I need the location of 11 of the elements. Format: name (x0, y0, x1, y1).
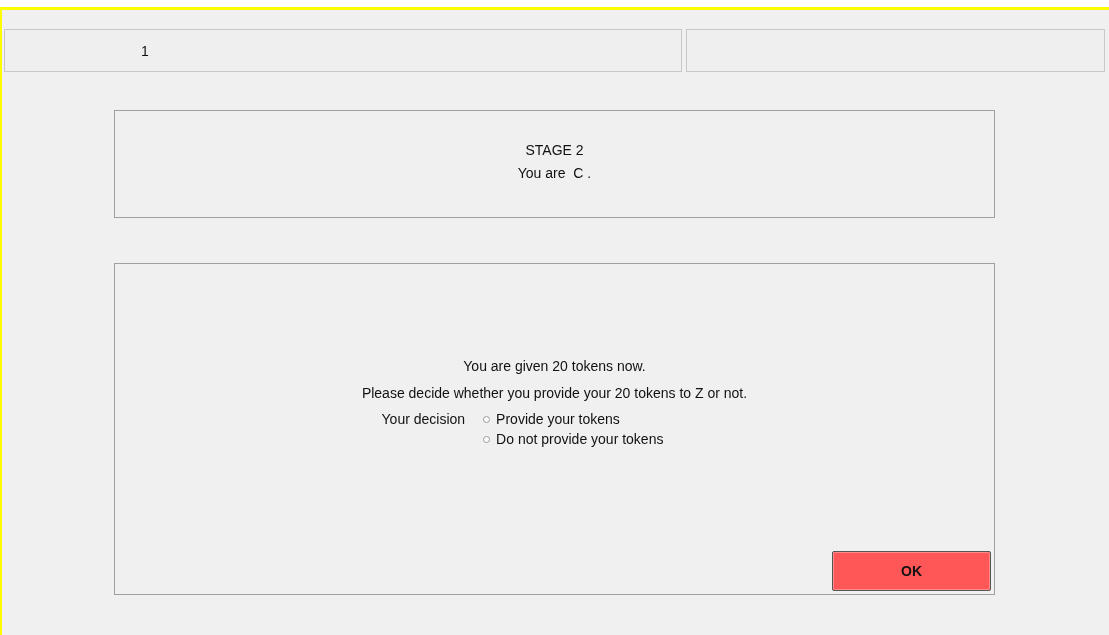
period-number: 1 (141, 42, 149, 59)
instruction-text: You are given 20 tokens now. (463, 358, 646, 374)
role-text: You are C . (517, 165, 592, 181)
stage-title: STAGE 2 (525, 142, 584, 158)
radio-button[interactable] (483, 415, 491, 423)
ok-button[interactable]: OK (832, 551, 991, 591)
instruction-text: Please decide whether you provide your 20 tokens to Z or not. (361, 385, 748, 401)
option-label[interactable]: Provide your tokens (496, 411, 620, 427)
radio-button[interactable] (483, 435, 491, 443)
decision-label: Your decision (381, 411, 466, 429)
option-label[interactable]: Do not provide your tokens (496, 431, 664, 447)
